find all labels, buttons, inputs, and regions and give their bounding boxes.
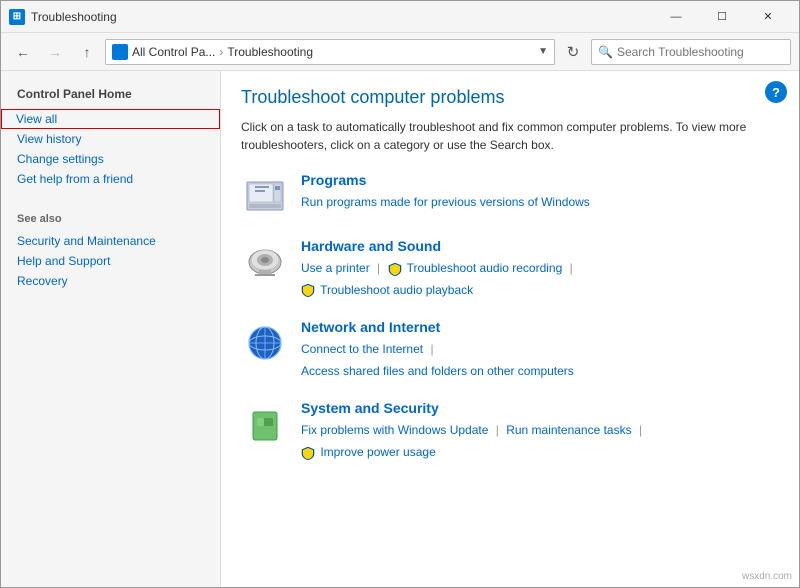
sidebar: Control Panel Home View all View history… xyxy=(1,71,221,587)
back-button[interactable]: ← xyxy=(9,38,37,66)
hardware-shield-0 xyxy=(388,261,407,275)
help-button[interactable]: ? xyxy=(765,81,787,103)
hardware-link-0[interactable]: Use a printer xyxy=(301,261,370,275)
network-title[interactable]: Network and Internet xyxy=(301,319,779,335)
sidebar-heading: Control Panel Home xyxy=(1,83,220,109)
content-area: ? Troubleshoot computer problems Click o… xyxy=(221,71,799,587)
close-button[interactable]: ✕ xyxy=(745,1,791,33)
breadcrumb[interactable]: All Control Pa... › Troubleshooting ▼ xyxy=(105,39,555,65)
breadcrumb-dropdown[interactable]: ▼ xyxy=(538,46,548,57)
see-also-section: See also Security and Maintenance Help a… xyxy=(1,209,220,291)
network-icon xyxy=(241,319,289,367)
security-sep-1: | xyxy=(639,423,642,437)
search-input[interactable] xyxy=(617,45,784,59)
security-sep-0: | xyxy=(496,423,502,437)
security-link-2[interactable]: Improve power usage xyxy=(320,445,435,459)
network-sep-0: | xyxy=(430,342,433,356)
address-bar: ← → ↑ All Control Pa... › Troubleshootin… xyxy=(1,33,799,71)
programs-links: Run programs made for previous versions … xyxy=(301,192,779,214)
programs-link-0[interactable]: Run programs made for previous versions … xyxy=(301,195,590,209)
hardware-shield-1 xyxy=(301,283,320,297)
main-layout: Control Panel Home View all View history… xyxy=(1,71,799,587)
category-network: Network and Internet Connect to the Inte… xyxy=(241,319,779,382)
sidebar-link-help-support[interactable]: Help and Support xyxy=(1,251,220,271)
sidebar-link-recovery[interactable]: Recovery xyxy=(1,271,220,291)
maximize-button[interactable]: ☐ xyxy=(699,1,745,33)
hardware-sep-1: | xyxy=(570,261,573,275)
security-shield-0 xyxy=(301,445,320,459)
refresh-button[interactable]: ↻ xyxy=(559,38,587,66)
security-info: System and Security Fix problems with Wi… xyxy=(301,400,779,463)
programs-title[interactable]: Programs xyxy=(301,172,779,188)
breadcrumb-separator: › xyxy=(219,45,223,59)
network-info: Network and Internet Connect to the Inte… xyxy=(301,319,779,382)
programs-icon xyxy=(241,172,289,220)
programs-info: Programs Run programs made for previous … xyxy=(301,172,779,214)
hardware-link-2[interactable]: Troubleshoot audio playback xyxy=(320,283,473,297)
hardware-title[interactable]: Hardware and Sound xyxy=(301,238,779,254)
window-title: Troubleshooting xyxy=(31,10,653,24)
breadcrumb-current: Troubleshooting xyxy=(227,45,313,59)
title-bar: ⊞ Troubleshooting — ☐ ✕ xyxy=(1,1,799,33)
security-links: Fix problems with Windows Update | Run m… xyxy=(301,420,779,463)
network-links: Connect to the Internet | Access shared … xyxy=(301,339,779,382)
category-programs: Programs Run programs made for previous … xyxy=(241,172,779,220)
sidebar-link-security[interactable]: Security and Maintenance xyxy=(1,231,220,251)
category-security: System and Security Fix problems with Wi… xyxy=(241,400,779,463)
minimize-button[interactable]: — xyxy=(653,1,699,33)
hardware-info: Hardware and Sound Use a printer | Troub… xyxy=(301,238,779,301)
breadcrumb-icon xyxy=(112,44,128,60)
watermark: wsxdn.com xyxy=(742,571,792,582)
sidebar-link-view-history[interactable]: View history xyxy=(1,129,220,149)
search-icon: 🔍 xyxy=(598,45,613,59)
hardware-sep-0: | xyxy=(377,261,383,275)
window-icon: ⊞ xyxy=(9,9,25,25)
security-icon xyxy=(241,400,289,448)
security-link-0[interactable]: Fix problems with Windows Update xyxy=(301,423,488,437)
category-hardware: Hardware and Sound Use a printer | Troub… xyxy=(241,238,779,301)
network-link-1[interactable]: Access shared files and folders on other… xyxy=(301,364,574,378)
hardware-icon xyxy=(241,238,289,286)
forward-button: → xyxy=(41,38,69,66)
up-button[interactable]: ↑ xyxy=(73,38,101,66)
see-also-title: See also xyxy=(1,209,220,231)
hardware-link-1[interactable]: Troubleshoot audio recording xyxy=(407,261,563,275)
search-box[interactable]: 🔍 xyxy=(591,39,791,65)
sidebar-link-view-all[interactable]: View all xyxy=(1,109,220,129)
network-link-0[interactable]: Connect to the Internet xyxy=(301,342,423,356)
breadcrumb-prefix: All Control Pa... xyxy=(132,45,215,59)
content-description: Click on a task to automatically trouble… xyxy=(241,118,779,154)
hardware-links: Use a printer | Troubleshoot audio recor… xyxy=(301,258,779,301)
content-title: Troubleshoot computer problems xyxy=(241,87,779,108)
security-link-1[interactable]: Run maintenance tasks xyxy=(506,423,631,437)
sidebar-link-get-help[interactable]: Get help from a friend xyxy=(1,169,220,189)
security-title[interactable]: System and Security xyxy=(301,400,779,416)
window: ⊞ Troubleshooting — ☐ ✕ ← → ↑ All Contro… xyxy=(0,0,800,588)
window-controls: — ☐ ✕ xyxy=(653,1,791,33)
sidebar-link-change-settings[interactable]: Change settings xyxy=(1,149,220,169)
